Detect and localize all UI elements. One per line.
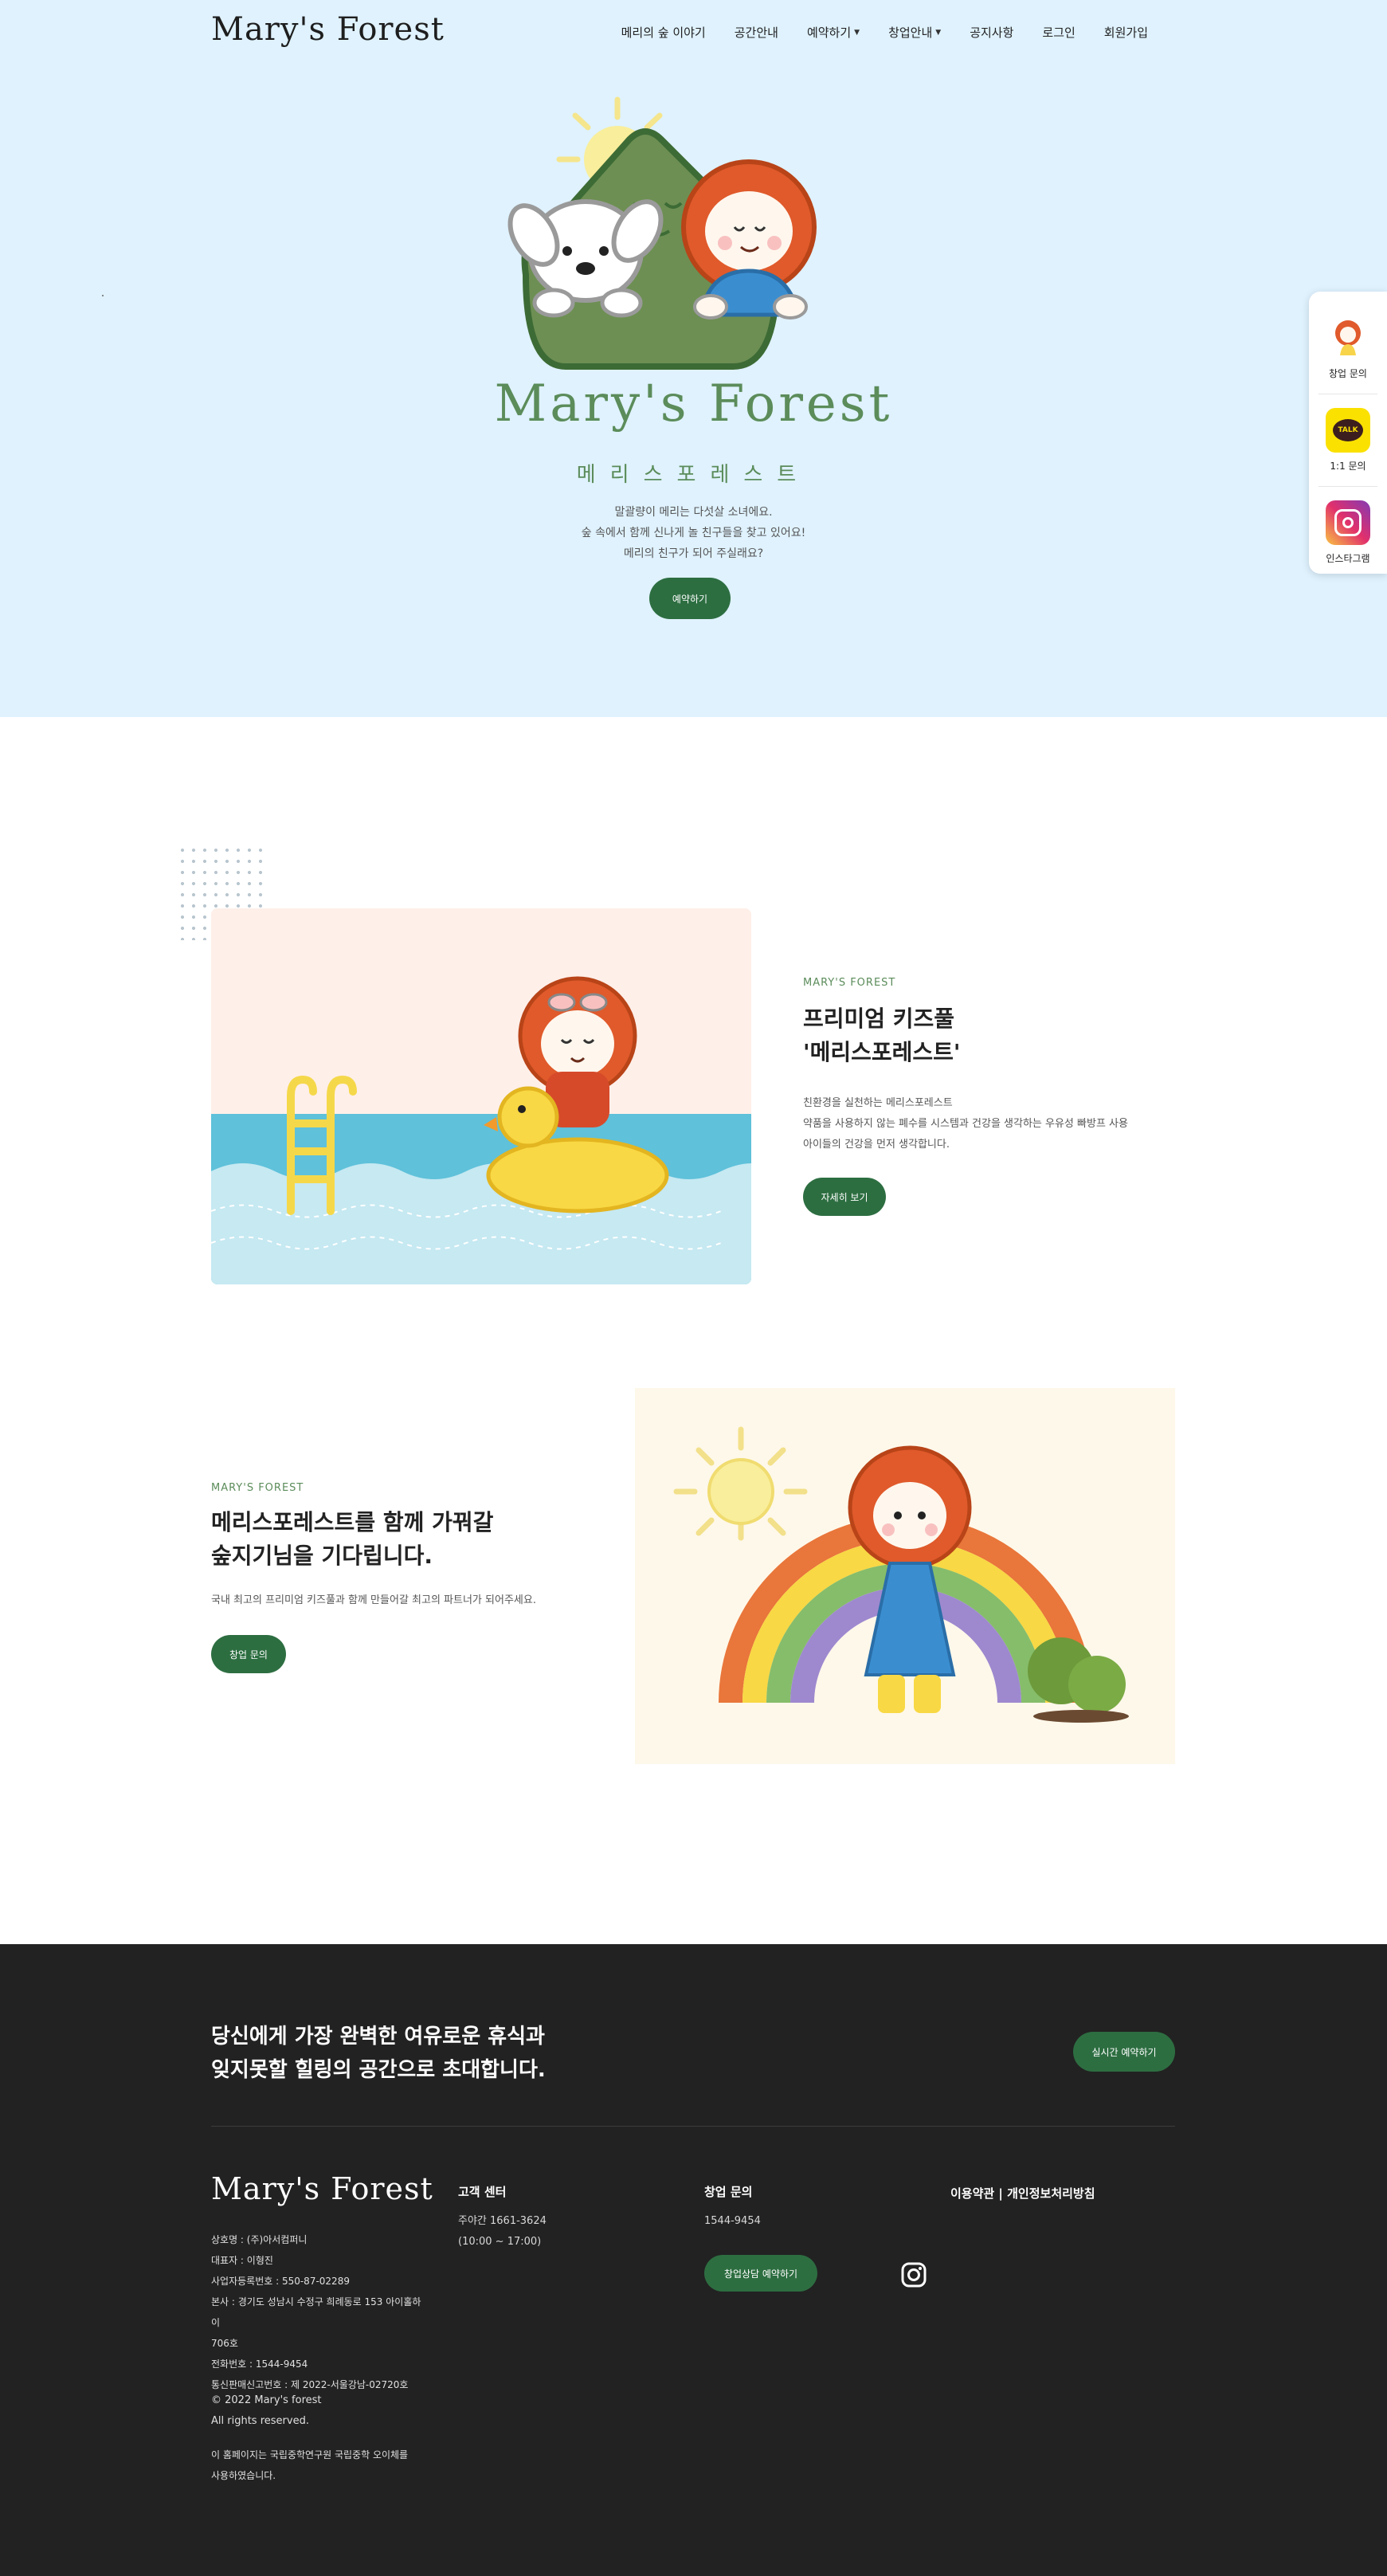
header-logo[interactable]: Mary's Forest (211, 11, 445, 48)
company-info-line: 전화번호 : 1544-9454 (211, 2358, 308, 2370)
company-info-line: 상호명 : (주)아서컴퍼니 (211, 2234, 308, 2245)
customer-center-line: (10:00 ~ 17:00) (458, 2236, 542, 2248)
kakao-bubble: TALK (1333, 419, 1363, 441)
section2-title: 메리스포레스트를 함께 가꿔갈 숲지기님을 기다립니다. (211, 1506, 493, 1573)
nav-label: 로그인 (1042, 25, 1076, 40)
section1-more-button[interactable]: 자세히 보기 (803, 1178, 886, 1216)
rainbow-illustration (635, 1388, 1175, 1764)
font-notice: 이 홈페이지는 국립중학연구원 국립중학 오이체를 사용하였습니다. (211, 2445, 426, 2486)
section2-body: 국내 최고의 프리미엄 키즈풀과 함께 만들어갈 최고의 파트너가 되어주세요. (211, 1594, 536, 1606)
quick-label: 1:1 문의 (1330, 461, 1366, 472)
company-info: 상호명 : (주)아서컴퍼니 대표자 : 이형진 사업자등록번호 : 550-8… (211, 2229, 426, 2395)
section1-body-line: 친환경을 실천하는 메리스포레스트 (803, 1097, 953, 1109)
franchise-phone: 1544-9454 (704, 2215, 761, 2227)
nav-item-reservation[interactable]: 예약하기 ▼ (807, 24, 860, 41)
copyright: © 2022 Mary's forest All rights reserved… (211, 2390, 322, 2432)
company-info-line: 706호 (211, 2338, 238, 2349)
nav-item-login[interactable]: 로그인 (1042, 24, 1075, 41)
customer-center-title: 고객 센터 (458, 2185, 507, 2199)
quick-label: 인스타그램 (1326, 553, 1370, 564)
hero-desc-line: 숲 속에서 함께 신나게 놀 친구들을 찾고 있어요! (581, 527, 806, 539)
franchise-inquiry-title: 창업 문의 (704, 2185, 753, 2199)
footer-slogan-line: 잊지못할 힐링의 공간으로 초대합니다. (211, 2058, 546, 2082)
nav-item-franchise[interactable]: 창업안내 ▼ (888, 24, 941, 41)
customer-center-line: 주야간 1661-3624 (458, 2215, 547, 2227)
section2-title-line: 메리스포레스트를 함께 가꿔갈 (211, 1509, 494, 1535)
quick-kakao-inquiry[interactable]: TALK 1:1 문의 (1309, 408, 1387, 472)
quick-instagram[interactable]: 인스타그램 (1309, 500, 1387, 565)
caret-down-icon: ▼ (935, 28, 942, 37)
customer-center-info: 주야간 1661-3624 (10:00 ~ 17:00) (458, 2211, 547, 2253)
hero-description: 말괄량이 메리는 다섯살 소녀에요. 숲 속에서 함께 신나게 놀 친구들을 찾… (0, 502, 1387, 564)
company-info-line: 사업자등록번호 : 550-87-02289 (211, 2276, 350, 2287)
site-footer: 당신에게 가장 완벽한 여유로운 휴식과 잊지못할 힐링의 공간으로 초대합니다… (0, 1944, 1387, 2576)
instagram-icon (1326, 500, 1370, 545)
section1-body-line: 아이들의 건강을 먼저 생각합니다. (803, 1139, 950, 1151)
hero-desc-line: 메리의 친구가 되어 주실래요? (623, 547, 764, 560)
section1-body-line: 약품을 사용하지 않는 폐수를 시스템과 건강을 생각하는 우유성 빠방프 사용 (803, 1118, 1128, 1130)
hero-title: Mary's Forest (494, 374, 893, 433)
footer-logo: Mary's Forest (211, 2171, 433, 2206)
copyright-line: © 2022 Mary's forest (211, 2394, 322, 2406)
realtime-reserve-button[interactable]: 실시간 예약하기 (1073, 2032, 1175, 2072)
hero-reserve-button[interactable]: 예약하기 (649, 578, 731, 619)
nav-item-notice[interactable]: 공지사항 (970, 24, 1013, 41)
footer-slogan-line: 당신에게 가장 완벽한 여유로운 휴식과 (211, 2025, 545, 2049)
nav-label: 회원가입 (1103, 25, 1148, 40)
main-nav: 메리의 숲 이야기 공간안내 예약하기 ▼ 창업안내 ▼ 공지사항 로그인 회원가입 (621, 24, 1148, 41)
section1-title: 프리미엄 키즈풀 '메리스포레스트' (803, 1002, 960, 1069)
mary-avatar-icon (1326, 316, 1370, 360)
section2-eyebrow: MARY'S FOREST (211, 1482, 304, 1494)
hero-mascot-illustration (507, 96, 817, 370)
section2-inquiry-button[interactable]: 창업 문의 (211, 1635, 286, 1673)
policy-links[interactable]: 이용약관 | 개인정보처리방침 (950, 2185, 1095, 2202)
quick-label: 창업 문의 (1329, 368, 1367, 379)
nav-label: 메리의 숲 이야기 (621, 25, 706, 40)
nav-item-signup[interactable]: 회원가입 (1104, 24, 1148, 41)
footer-divider (211, 2126, 1175, 2127)
nav-label: 예약하기 (806, 25, 852, 40)
nav-label: 창업안내 (888, 25, 933, 40)
franchise-consult-button[interactable]: 창업상담 예약하기 (704, 2255, 817, 2292)
company-info-line: 본사 : 경기도 성남시 수정구 희례동로 153 아이홀하이 (211, 2296, 421, 2328)
nav-item-story[interactable]: 메리의 숲 이야기 (621, 24, 706, 41)
section1-title-line: '메리스포레스트' (803, 1039, 961, 1065)
hero-section: Mary's Forest 메리의 숲 이야기 공간안내 예약하기 ▼ 창업안내 ▼… (0, 0, 1387, 717)
kakao-talk-icon: TALK (1326, 408, 1370, 453)
hero-subtitle: 메리스포레스트 (576, 463, 811, 487)
section1-eyebrow: MARY'S FOREST (803, 977, 896, 989)
quick-menu: 창업 문의 TALK 1:1 문의 인스타그램 (1309, 292, 1387, 574)
instagram-icon[interactable] (900, 2261, 927, 2288)
decorative-dot (102, 295, 104, 296)
nav-label: 공지사항 (970, 25, 1014, 40)
hero-desc-line: 말괄량이 메리는 다섯살 소녀에요. (614, 506, 773, 519)
nav-item-space[interactable]: 공간안내 (735, 24, 778, 41)
nav-label: 공간안내 (734, 25, 778, 40)
section2-title-line: 숲지기님을 기다립니다. (211, 1543, 433, 1569)
copyright-line: All rights reserved. (211, 2415, 309, 2427)
section1-title-line: 프리미엄 키즈풀 (803, 1006, 955, 1032)
font-notice-line: 사용하였습니다. (211, 2470, 276, 2481)
section1-body: 친환경을 실천하는 메리스포레스트 약품을 사용하지 않는 폐수를 시스템과 건… (803, 1093, 1177, 1155)
divider (1318, 486, 1377, 487)
quick-franchise-inquiry[interactable]: 창업 문의 (1309, 316, 1387, 380)
footer-slogan: 당신에게 가장 완벽한 여유로운 휴식과 잊지못할 힐링의 공간으로 초대합니다… (211, 2020, 546, 2087)
kids-pool-image (211, 908, 751, 1284)
company-info-line: 대표자 : 이형진 (211, 2255, 273, 2266)
caret-down-icon: ▼ (854, 28, 860, 37)
font-notice-line: 이 홈페이지는 국립중학연구원 국립중학 오이체를 (211, 2449, 409, 2460)
